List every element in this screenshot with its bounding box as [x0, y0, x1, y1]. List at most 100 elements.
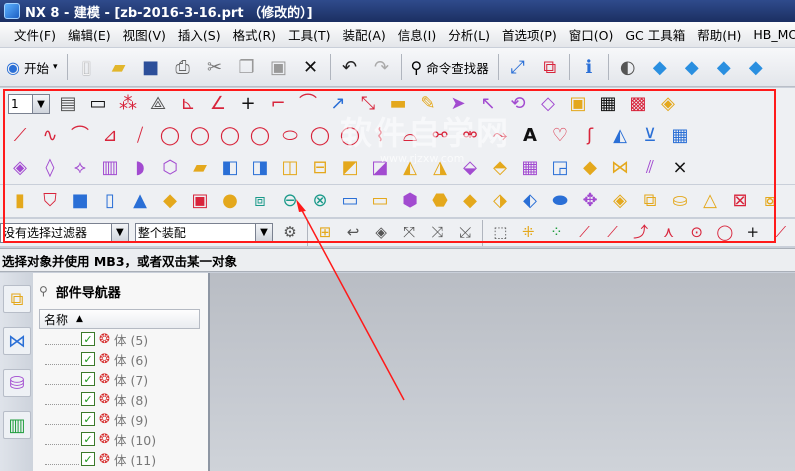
- menu-tools[interactable]: 工具(T): [282, 25, 336, 44]
- edit-pole-icon[interactable]: ⫽: [638, 154, 662, 182]
- box-icon[interactable]: ■: [68, 187, 92, 215]
- tree-row[interactable]: ✓ ❂ 体 (9): [39, 409, 208, 429]
- menu-window[interactable]: 窗口(O): [563, 25, 620, 44]
- visibility-checkbox[interactable]: ✓: [81, 432, 95, 446]
- menu-help[interactable]: 帮助(H): [691, 25, 747, 44]
- curve-mesh-icon[interactable]: ▥: [98, 154, 122, 182]
- start-button[interactable]: ◉ 开始 ▾: [2, 53, 62, 81]
- visibility-checkbox[interactable]: ✓: [81, 452, 95, 466]
- command-finder-button[interactable]: ⚲ 命令查找器: [407, 53, 493, 81]
- layer-select[interactable]: 1 ▼: [8, 94, 50, 114]
- copy-icon[interactable]: ❐: [233, 53, 261, 81]
- menu-analysis[interactable]: 分析(L): [442, 25, 496, 44]
- circle-icon[interactable]: ◯: [158, 122, 182, 150]
- menu-view[interactable]: 视图(V): [117, 25, 172, 44]
- constraint-navigator-icon[interactable]: ⋈: [3, 327, 31, 355]
- ellipse-icon[interactable]: ⬭: [278, 122, 302, 150]
- new-file-icon[interactable]: ▯: [73, 53, 101, 81]
- through-curves-icon[interactable]: ⟡: [68, 154, 92, 182]
- move-face-icon[interactable]: ✥: [578, 187, 602, 215]
- menu-file[interactable]: 文件(F): [8, 25, 62, 44]
- selection-filter-select[interactable]: 没有选择过滤器 ▼: [0, 222, 129, 243]
- offset-line-icon[interactable]: ⧸: [128, 122, 152, 150]
- layer-settings-icon[interactable]: ▤: [56, 90, 80, 118]
- project-curve-icon[interactable]: ⊻: [638, 122, 662, 150]
- select-tangent-icon[interactable]: ⤧: [398, 219, 420, 246]
- remove-feature-icon[interactable]: ⊠: [728, 187, 752, 215]
- sew-icon[interactable]: ◩: [338, 154, 362, 182]
- undo-icon[interactable]: ↶: [336, 53, 364, 81]
- select-feature-icon[interactable]: ⊞: [314, 219, 336, 246]
- extend-surface-icon[interactable]: ◧: [218, 154, 242, 182]
- paste-icon[interactable]: ▣: [265, 53, 293, 81]
- csys-icon[interactable]: ⟁: [146, 90, 170, 118]
- cylinder-feature-icon[interactable]: ⛀: [668, 187, 692, 215]
- extrude-shape-icon[interactable]: ◈: [656, 90, 680, 118]
- menu-assembly[interactable]: 装配(A): [336, 25, 391, 44]
- cone-icon[interactable]: ▲: [128, 187, 152, 215]
- profile-icon[interactable]: ⌐: [266, 90, 290, 118]
- mesh-surface-icon[interactable]: ▦: [668, 122, 692, 150]
- chamfer-icon[interactable]: ⬗: [488, 187, 512, 215]
- chamfer-curve-icon[interactable]: ⊿: [98, 122, 122, 150]
- datum-csys-icon[interactable]: ⊾: [176, 90, 200, 118]
- offset-region-icon[interactable]: ⬬: [548, 187, 572, 215]
- extrude-icon[interactable]: ▭: [338, 187, 362, 215]
- visibility-checkbox[interactable]: ✓: [81, 412, 95, 426]
- graphics-viewport[interactable]: [210, 273, 795, 471]
- global-shaping-icon[interactable]: ▦: [518, 154, 542, 182]
- sphere-icon[interactable]: ●: [218, 187, 242, 215]
- window-tile-icon[interactable]: ⧉: [536, 53, 564, 81]
- delete-icon[interactable]: ✕: [297, 53, 325, 81]
- snap-on-curve-icon[interactable]: ⟋: [770, 219, 792, 246]
- text-icon[interactable]: A: [518, 122, 542, 150]
- replace-face-icon[interactable]: ◈: [608, 187, 632, 215]
- snap-control-icon[interactable]: ⤴: [630, 219, 652, 246]
- menu-format[interactable]: 格式(R): [227, 25, 282, 44]
- save-icon[interactable]: ■: [137, 53, 165, 81]
- tree-row[interactable]: ✓ ❂ 体 (5): [39, 329, 208, 349]
- law-extension-icon[interactable]: ◨: [248, 154, 272, 182]
- circle-3pt-icon[interactable]: ◯: [188, 122, 212, 150]
- point-icon[interactable]: +: [236, 90, 260, 118]
- ruled-surface-icon[interactable]: ◊: [38, 154, 62, 182]
- subtract-icon[interactable]: ⊖: [278, 187, 302, 215]
- tree-row[interactable]: ✓ ❂ 体 (6): [39, 349, 208, 369]
- undo-select-icon[interactable]: ↩: [342, 219, 364, 246]
- arc-icon[interactable]: ⌒: [296, 90, 320, 118]
- tree-row[interactable]: ✓ ❂ 体 (11): [39, 449, 208, 469]
- redo-icon[interactable]: ↷: [368, 53, 396, 81]
- unite-icon[interactable]: ⧈: [248, 187, 272, 215]
- tree-row[interactable]: ✓ ❂ 体 (10): [39, 429, 208, 449]
- revolve-icon[interactable]: ▭: [368, 187, 392, 215]
- menu-hb-mould[interactable]: HB_MOULD M6: [747, 27, 795, 42]
- snap-midpoint-icon[interactable]: ⟋: [602, 219, 624, 246]
- cube-view-icon[interactable]: ◆: [678, 53, 706, 81]
- feature-cube-icon[interactable]: ▣: [566, 90, 590, 118]
- snap-points-icon[interactable]: ⁜: [517, 219, 539, 246]
- shaded-cube-icon[interactable]: ◆: [646, 53, 674, 81]
- select-chain-icon[interactable]: ⤨: [426, 219, 448, 246]
- swept-surface-icon[interactable]: ◗: [128, 154, 152, 182]
- surface-patch-icon[interactable]: ◈: [8, 154, 32, 182]
- shape-icon[interactable]: ♡: [548, 122, 572, 150]
- point-set-icon[interactable]: ⁂: [116, 90, 140, 118]
- visibility-checkbox[interactable]: ✓: [81, 352, 95, 366]
- cut-icon[interactable]: ✂: [201, 53, 229, 81]
- visibility-checkbox[interactable]: ✓: [81, 332, 95, 346]
- assembly-navigator-icon[interactable]: ⧉: [3, 285, 31, 313]
- shield-solid-icon[interactable]: ⛉: [38, 187, 62, 215]
- pin-icon[interactable]: ⚲: [39, 284, 48, 298]
- line-tool-icon[interactable]: ⟋: [8, 122, 32, 150]
- menu-information[interactable]: 信息(I): [392, 25, 442, 44]
- n-sided-surface-icon[interactable]: ⬡: [158, 154, 182, 182]
- line-icon[interactable]: ∠: [206, 90, 230, 118]
- menu-preferences[interactable]: 首选项(P): [496, 25, 563, 44]
- bounded-plane-icon[interactable]: ▰: [188, 154, 212, 182]
- info-icon[interactable]: ℹ: [575, 53, 603, 81]
- transform-surface-icon[interactable]: ◆: [578, 154, 602, 182]
- grid-icon[interactable]: ▦: [596, 90, 620, 118]
- analysis-cross-icon[interactable]: ⨯: [668, 154, 692, 182]
- menu-insert[interactable]: 插入(S): [172, 25, 227, 44]
- visibility-checkbox[interactable]: ✓: [81, 392, 95, 406]
